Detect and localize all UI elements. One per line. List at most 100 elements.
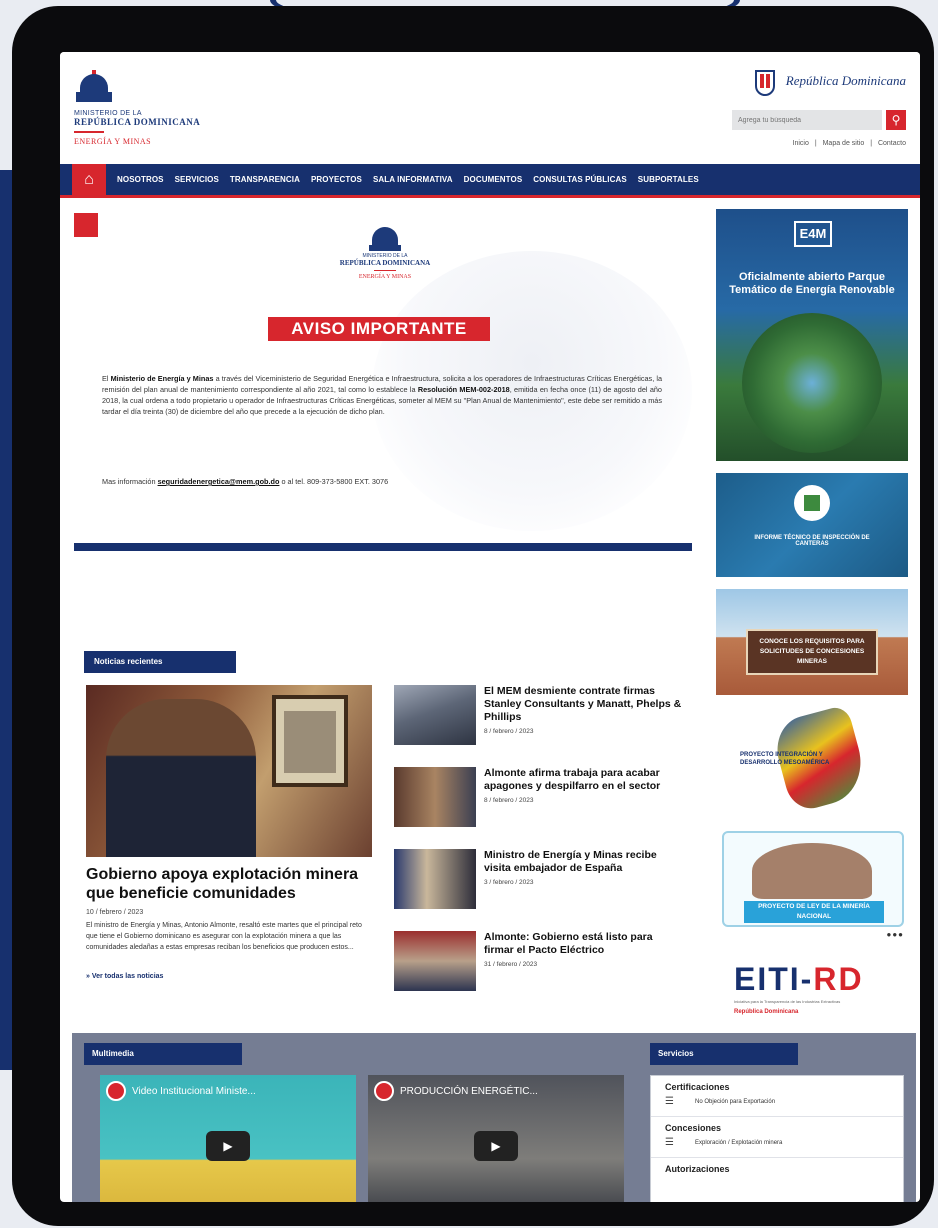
main-nav: ⌂ NOSOTROS SERVICIOS TRANSPARENCIA PROYE… xyxy=(60,162,920,198)
notice-contact: Mas información seguridadenergetica@mem.… xyxy=(102,477,389,486)
featured-news-image[interactable] xyxy=(86,685,372,857)
site-header: MINISTERIO DE LA REPÚBLICA DOMINICANA EN… xyxy=(60,52,920,164)
banner-parque-tematico[interactable]: E4M Oficialmente abierto Parque Temático… xyxy=(716,209,908,461)
nav-item-servicios[interactable]: SERVICIOS xyxy=(175,175,219,184)
nav-item-transparencia[interactable]: TRANSPARENCIA xyxy=(230,175,300,184)
notice-marker xyxy=(74,213,98,237)
banner-informe-tecnico[interactable]: INFORME TÉCNICO DE INSPECCIÓN DE CANTERA… xyxy=(716,473,908,577)
utility-links: Inicio | Mapa de sitio | Contacto xyxy=(706,140,906,147)
notice-body: El Ministerio de Energía y Minas a travé… xyxy=(102,374,663,416)
service-heading: Certificaciones xyxy=(665,1082,730,1092)
bottom-section: Multimedia Video Institucional Ministe..… xyxy=(72,1033,916,1202)
news-thumbnail[interactable] xyxy=(394,849,476,909)
news-title[interactable]: Almonte: Gobierno está listo para firmar… xyxy=(484,931,684,957)
news-item[interactable]: Almonte: Gobierno está listo para firmar… xyxy=(394,931,684,1009)
nav-item-documentos[interactable]: DOCUMENTOS xyxy=(464,175,523,184)
service-item[interactable]: ☰ No Objeción para Exportación xyxy=(651,1094,903,1117)
service-heading: Concesiones xyxy=(665,1123,722,1133)
util-link-inicio[interactable]: Inicio xyxy=(793,140,809,147)
news-title[interactable]: Almonte afirma trabaja para acabar apago… xyxy=(484,767,684,793)
service-heading: Autorizaciones xyxy=(665,1164,730,1174)
util-separator: | xyxy=(870,140,873,147)
capitol-icon xyxy=(74,70,114,108)
channel-avatar xyxy=(374,1081,394,1101)
news-section-title: Noticias recientes xyxy=(84,651,236,673)
news-date: 8 / febrero / 2023 xyxy=(484,728,534,735)
banner-concesiones-mineras[interactable]: CONOCE LOS REQUISITOS PARA SOLICITUDES D… xyxy=(716,589,908,695)
multimedia-title: Multimedia xyxy=(84,1043,242,1065)
util-link-mapa[interactable]: Mapa de sitio xyxy=(823,140,865,147)
eiti-subtitle: Iniciativa para la Transparencia de las … xyxy=(734,999,841,1004)
news-thumbnail[interactable] xyxy=(394,931,476,991)
play-icon[interactable]: ▶ xyxy=(206,1131,250,1161)
nav-item-subportales[interactable]: SUBPORTALES xyxy=(638,175,699,184)
notice-logo-line2: REPÚBLICA DOMINICANA xyxy=(339,259,431,267)
logo-line2: REPÚBLICA DOMINICANA xyxy=(74,117,201,127)
featured-news-date: 10 / febrero / 2023 xyxy=(86,909,144,916)
banner-proyecto-ley[interactable]: PROYECTO DE LEY DE LA MINERÍA NACIONAL ●… xyxy=(716,829,908,939)
tablet-frame: MINISTERIO DE LA REPÚBLICA DOMINICANA EN… xyxy=(12,6,934,1226)
util-separator: | xyxy=(814,140,817,147)
news-title[interactable]: Ministro de Energía y Minas recibe visit… xyxy=(484,849,684,875)
e4m-logo: E4M xyxy=(794,221,832,247)
content-column: MINISTERIO DE LA REPÚBLICA DOMINICANA EN… xyxy=(60,201,702,991)
nav-home-button[interactable]: ⌂ xyxy=(72,162,106,197)
service-item-label[interactable]: No Objeción para Exportación xyxy=(695,1099,775,1105)
news-thumbnail[interactable] xyxy=(394,767,476,827)
services-title: Servicios xyxy=(650,1043,798,1065)
play-icon[interactable]: ▶ xyxy=(474,1131,518,1161)
video-produccion-energetica[interactable]: PRODUCCIÓN ENERGÉTIC... ▶ xyxy=(368,1075,624,1202)
video-title[interactable]: PRODUCCIÓN ENERGÉTIC... xyxy=(400,1086,538,1097)
news-item[interactable]: Almonte afirma trabaja para acabar apago… xyxy=(394,767,684,845)
video-title[interactable]: Video Institucional Ministe... xyxy=(132,1086,256,1097)
news-item[interactable]: Ministro de Energía y Minas recibe visit… xyxy=(394,849,684,927)
video-institucional[interactable]: Video Institucional Ministe... ▶ xyxy=(100,1075,356,1202)
search-button[interactable]: ⚲ xyxy=(886,110,906,130)
news-date: 31 / febrero / 2023 xyxy=(484,961,538,968)
banner-ley-text: PROYECTO DE LEY DE LA MINERÍA NACIONAL xyxy=(744,901,884,923)
header-right: República Dominicana ⚲ Inicio | Mapa de … xyxy=(706,66,906,147)
carousel-dots[interactable]: ●●● xyxy=(887,930,905,939)
featured-news[interactable]: Gobierno apoya explotación minera que be… xyxy=(86,685,372,980)
home-icon: ⌂ xyxy=(84,170,94,188)
browser-viewport: MINISTERIO DE LA REPÚBLICA DOMINICANA EN… xyxy=(60,52,920,1202)
notice-heading: AVISO IMPORTANTE xyxy=(268,317,490,341)
search-icon: ⚲ xyxy=(891,113,901,127)
republic-brand-text: República Dominicana xyxy=(785,73,906,88)
sidebar-banners: E4M Oficialmente abierto Parque Temático… xyxy=(716,209,908,1035)
banner-informe-text: INFORME TÉCNICO DE INSPECCIÓN DE CANTERA… xyxy=(754,535,870,547)
service-item-label[interactable]: Exploración / Explotación minera xyxy=(695,1140,782,1146)
util-link-contacto[interactable]: Contacto xyxy=(878,140,906,147)
nav-item-nosotros[interactable]: NOSOTROS xyxy=(117,175,164,184)
banner-eiti-rd[interactable]: EITI-RD Iniciativa para la Transparencia… xyxy=(716,951,908,1023)
nav-item-proyectos[interactable]: PROYECTOS xyxy=(311,175,362,184)
news-title[interactable]: El MEM desmiente contrate firmas Stanley… xyxy=(484,685,684,724)
notice-logo: MINISTERIO DE LA REPÚBLICA DOMINICANA EN… xyxy=(320,227,450,280)
all-news-link[interactable]: » Ver todas las noticias xyxy=(86,973,372,980)
coat-of-arms-icon xyxy=(752,66,778,96)
news-date: 3 / febrero / 2023 xyxy=(484,879,534,886)
services-list: Certificaciones ☰ No Objeción para Expor… xyxy=(650,1075,904,1202)
featured-news-excerpt: El ministro de Energía y Minas, Antonio … xyxy=(86,922,362,951)
logo-line3: ENERGÍA Y MINAS xyxy=(74,137,152,146)
search-input[interactable] xyxy=(732,110,882,130)
banner-parque-text: Oficialmente abierto Parque Temático de … xyxy=(729,271,895,296)
news-thumbnail[interactable] xyxy=(394,685,476,745)
logo-divider xyxy=(74,131,104,133)
channel-avatar xyxy=(106,1081,126,1101)
eiti-country: República Dominicana xyxy=(734,1009,799,1015)
featured-news-title[interactable]: Gobierno apoya explotación minera que be… xyxy=(86,865,372,903)
important-notice: MINISTERIO DE LA REPÚBLICA DOMINICANA EN… xyxy=(72,201,702,561)
nav-item-consultas-publicas[interactable]: CONSULTAS PÚBLICAS xyxy=(533,175,627,184)
service-item[interactable]: ☰ Exploración / Explotación minera xyxy=(651,1135,903,1158)
news-item[interactable]: El MEM desmiente contrate firmas Stanley… xyxy=(394,685,684,763)
banner-concesiones-text: CONOCE LOS REQUISITOS PARA SOLICITUDES D… xyxy=(746,629,878,675)
banner-proyecto-mesoamerica[interactable]: PROYECTO INTEGRACIÓN Y DESARROLLO MESOAM… xyxy=(716,707,908,817)
nav-item-sala-informativa[interactable]: SALA INFORMATIVA xyxy=(373,175,453,184)
notice-logo-line3: ENERGÍA Y MINAS xyxy=(358,274,412,280)
miner-illustration xyxy=(752,843,872,899)
notice-email-link[interactable]: seguridadenergetica@mem.gob.do xyxy=(158,477,280,486)
ministry-logo[interactable]: MINISTERIO DE LA REPÚBLICA DOMINICANA EN… xyxy=(74,70,200,146)
banner-mesoamerica-text: PROYECTO INTEGRACIÓN Y DESARROLLO MESOAM… xyxy=(740,752,830,766)
search-bar: ⚲ xyxy=(706,110,906,130)
